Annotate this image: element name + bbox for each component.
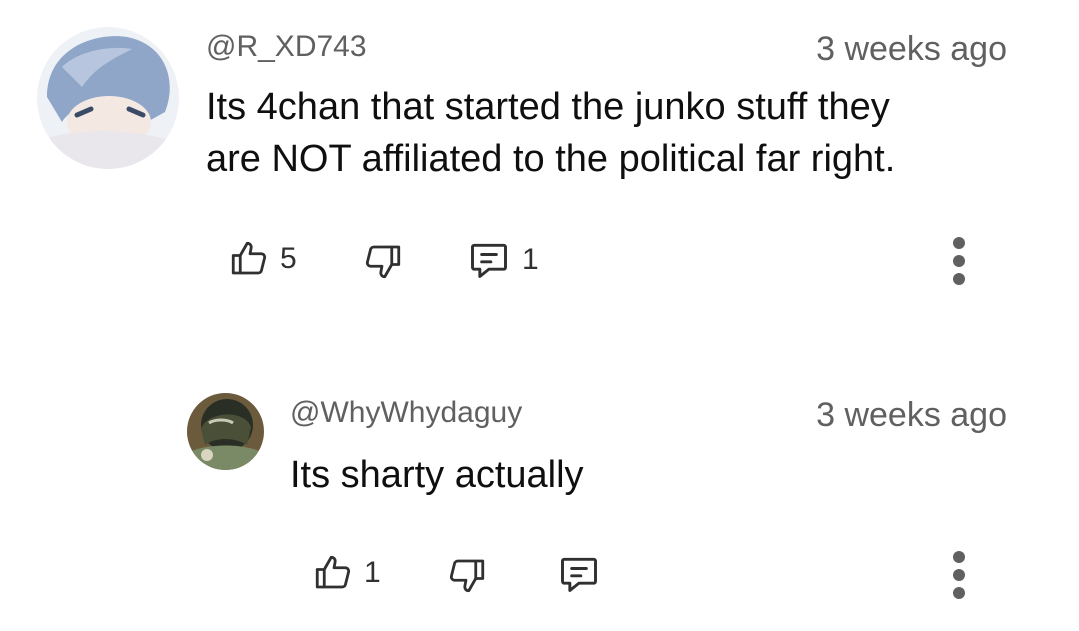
avatar[interactable] [187,393,264,470]
reply-item: @WhyWhydaguy 3 weeks ago Its sharty actu… [0,0,1079,631]
avatar-image [187,393,264,470]
comment-author[interactable]: @WhyWhydaguy [290,396,522,430]
comment-timestamp: 3 weeks ago [816,396,1007,434]
more-vertical-icon [953,569,965,581]
more-options-button[interactable] [952,551,966,599]
like-count: 1 [364,556,381,589]
more-vertical-icon [953,551,965,563]
comment-icon [561,557,597,592]
dislike-button[interactable] [446,554,488,596]
thumbs-up-icon [315,555,351,589]
thumbs-down-icon [449,559,485,593]
reply-button[interactable] [556,552,602,596]
more-vertical-icon [953,587,965,599]
comment-text-line: Its sharty actually [290,454,584,496]
like-button[interactable]: 1 [312,552,381,594]
